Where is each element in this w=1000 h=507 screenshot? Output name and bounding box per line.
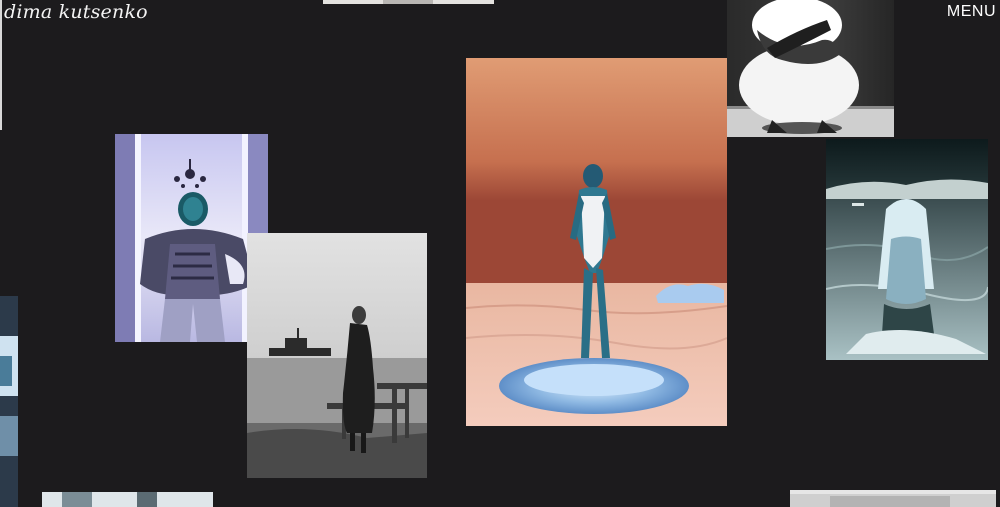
top-strip-photo[interactable] xyxy=(323,0,494,4)
menu-button[interactable]: MENU xyxy=(947,3,996,21)
left-edge-divider xyxy=(0,0,2,130)
chandelier-figure-photo[interactable] xyxy=(115,134,268,342)
crouching-figure-photo[interactable] xyxy=(727,0,894,137)
iceberg-figure-photo[interactable] xyxy=(466,58,727,426)
pier-woman-photo[interactable] xyxy=(247,233,427,478)
left-edge-photo[interactable] xyxy=(0,296,18,507)
site-logo[interactable]: dima kutsenko xyxy=(4,1,148,23)
sea-blonde-photo[interactable] xyxy=(826,139,988,360)
bottom-left-photo[interactable] xyxy=(42,492,213,507)
gallery-page: dima kutsenko MENU xyxy=(0,0,1000,507)
bottom-right-photo[interactable] xyxy=(790,490,996,507)
